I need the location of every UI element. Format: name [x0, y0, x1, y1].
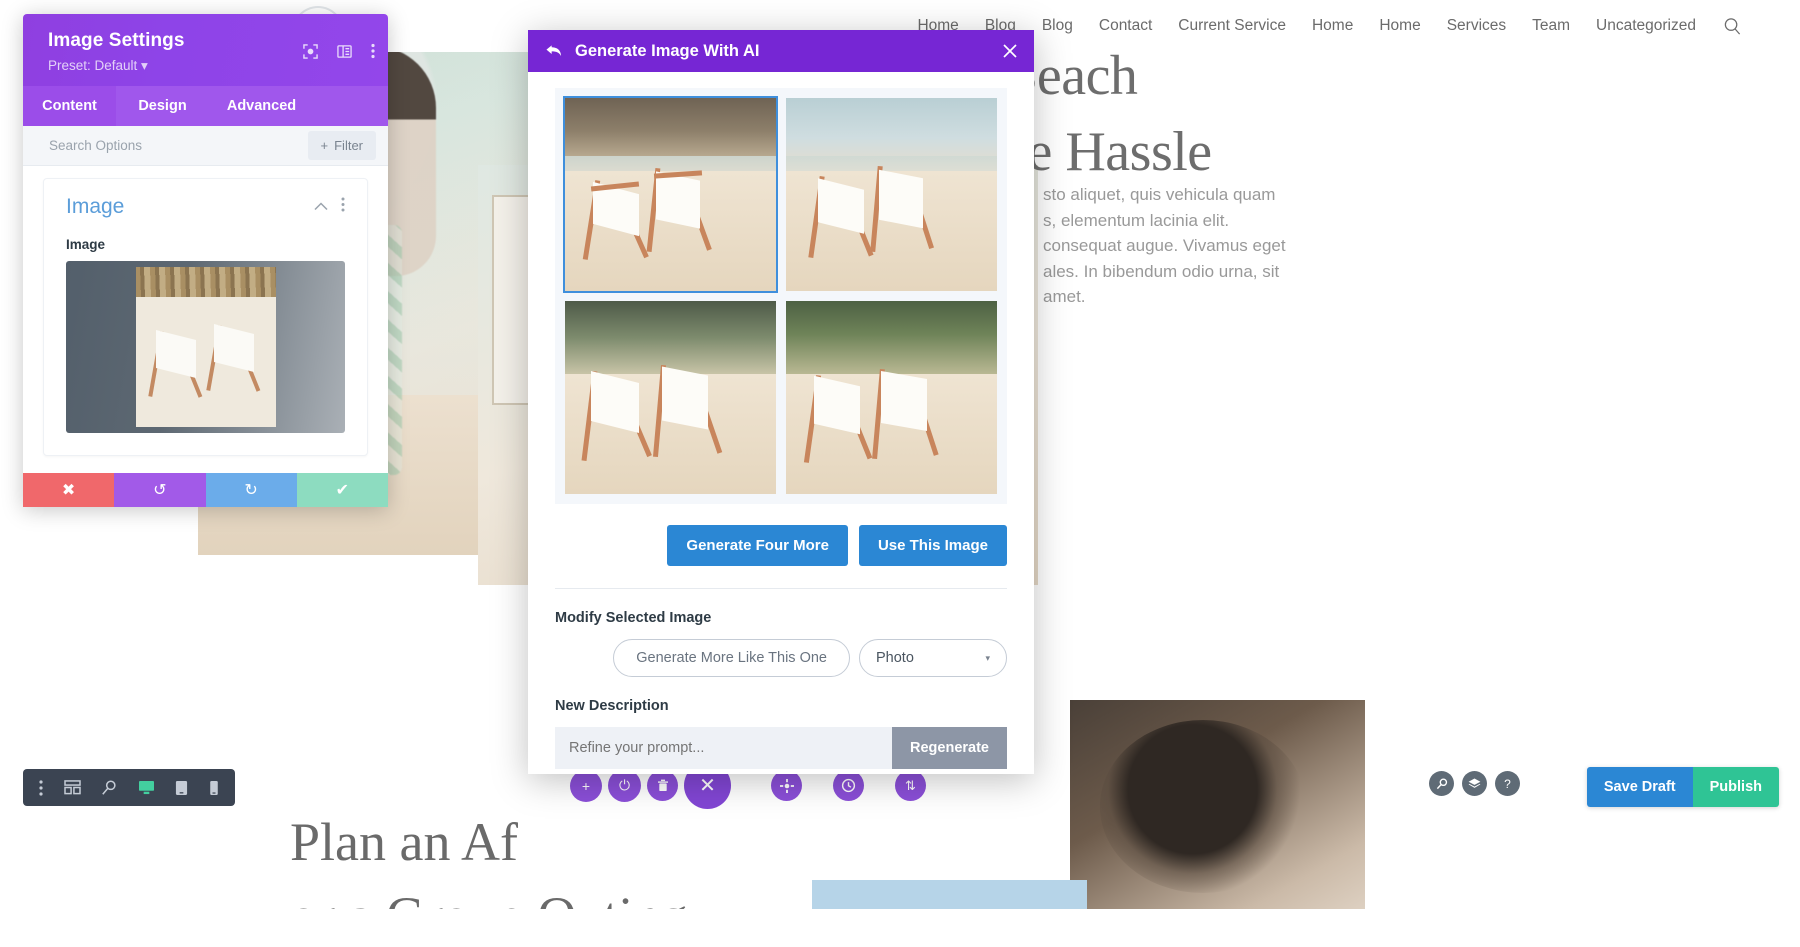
nav-item-blog-2[interactable]: Blog	[1029, 17, 1086, 35]
layout-columns-icon[interactable]	[337, 44, 352, 59]
ai-result-1[interactable]	[563, 96, 778, 293]
hero-paragraph: sto aliquet, quis vehicula quam s, eleme…	[1012, 182, 1432, 310]
more-vertical-icon[interactable]	[341, 197, 345, 217]
chevron-up-icon[interactable]	[314, 198, 328, 216]
nav-item-home-4[interactable]: Home	[1366, 17, 1433, 35]
filter-button[interactable]: + Filter	[307, 131, 376, 160]
phone-icon[interactable]	[209, 780, 219, 796]
screen: Home Blog Blog Contact Current Service H…	[0, 0, 1800, 947]
nav-item-contact[interactable]: Contact	[1086, 17, 1165, 35]
tab-content[interactable]: Content	[23, 86, 116, 126]
settings-action-bar: ✖ ↺ ↻ ✔	[23, 473, 388, 507]
desktop-icon[interactable]	[138, 780, 155, 795]
use-this-image-button[interactable]: Use This Image	[858, 525, 1007, 566]
search-zoom-icon[interactable]	[101, 779, 117, 796]
close-icon[interactable]	[1002, 43, 1018, 59]
nav-item-home-3[interactable]: Home	[1299, 17, 1366, 35]
layers-icon[interactable]	[1462, 771, 1487, 796]
tab-design[interactable]: Design	[116, 86, 209, 126]
tablet-icon[interactable]	[175, 780, 188, 796]
search-zoom-icon[interactable]	[1429, 771, 1454, 796]
prompt-input[interactable]	[555, 727, 893, 769]
generate-more-like-this-button[interactable]: Generate More Like This One	[613, 639, 850, 677]
ai-modal-title: Generate Image With AI	[575, 41, 760, 60]
ai-modal-header: Generate Image With AI	[528, 30, 1034, 72]
nav-item-team[interactable]: Team	[1519, 17, 1583, 35]
generate-four-more-button[interactable]: Generate Four More	[667, 525, 848, 566]
image-settings-panel: Image Settings Preset: Default ▾ Content…	[23, 14, 388, 507]
image-field-label: Image	[66, 237, 106, 252]
image-module-card: Image Image	[43, 178, 368, 456]
filter-label: Filter	[334, 138, 363, 153]
history-clock-icon[interactable]	[833, 770, 864, 801]
new-description-label: New Description	[555, 698, 669, 714]
save-draft-button[interactable]: Save Draft	[1586, 767, 1693, 807]
cancel-button[interactable]: ✖	[23, 473, 115, 507]
save-button[interactable]: ✔	[296, 473, 388, 507]
chevron-down-icon: ▾	[985, 652, 990, 663]
settings-search-row: Search Options + Filter	[23, 126, 388, 166]
settings-panel-header: Image Settings Preset: Default ▾	[23, 14, 388, 86]
wireframe-icon[interactable]	[64, 780, 81, 795]
settings-tabs: Content Design Advanced	[23, 86, 388, 126]
image-thumbnail	[135, 267, 276, 427]
image-preview-box[interactable]	[66, 261, 345, 433]
nav-item-uncategorized[interactable]: Uncategorized	[1583, 17, 1709, 35]
publish-button[interactable]: Publish	[1692, 767, 1779, 807]
divider	[555, 588, 1007, 589]
help-icon[interactable]: ?	[1495, 771, 1520, 796]
nav-item-services[interactable]: Services	[1434, 17, 1519, 35]
plus-icon: +	[320, 138, 329, 153]
publish-controls: Save Draft Publish	[1586, 767, 1779, 807]
trash-icon[interactable]	[647, 770, 678, 801]
builder-right-mini-tools: ?	[1429, 771, 1520, 796]
more-vertical-icon[interactable]	[39, 779, 43, 796]
ai-modal-body: Generate Four More Use This Image Modify…	[528, 72, 1034, 774]
page-title: Beach ne Hassle	[1000, 45, 1212, 183]
search-options-input[interactable]: Search Options	[49, 138, 308, 153]
style-select-value: Photo	[876, 650, 914, 666]
prompt-row: Regenerate	[555, 727, 1007, 769]
page-bottom-fill	[0, 909, 1800, 947]
settings-body: Image Image	[23, 178, 388, 456]
generate-image-ai-modal: Generate Image With AI Generate Four Mor…	[528, 30, 1034, 774]
sort-updown-icon[interactable]: ⇅	[895, 770, 926, 801]
image-card-title: Image	[66, 195, 125, 218]
style-select[interactable]: Photo ▾	[859, 639, 1007, 677]
ai-result-4[interactable]	[786, 301, 997, 494]
settings-preset-selector[interactable]: Preset: Default ▾	[48, 58, 372, 74]
search-icon[interactable]	[1723, 17, 1742, 36]
ai-result-2[interactable]	[786, 98, 997, 291]
back-arrow-icon[interactable]	[546, 44, 563, 58]
undo-button[interactable]: ↺	[114, 473, 206, 507]
ai-results-grid	[555, 88, 1007, 504]
ai-result-3[interactable]	[565, 301, 776, 494]
modify-selected-image-label: Modify Selected Image	[555, 610, 712, 626]
add-icon[interactable]: +	[570, 769, 602, 802]
more-vertical-icon[interactable]	[371, 43, 375, 59]
regenerate-button[interactable]: Regenerate	[892, 727, 1007, 769]
tab-advanced[interactable]: Advanced	[209, 86, 314, 126]
ai-action-buttons: Generate Four More Use This Image	[555, 525, 1007, 566]
focus-target-icon[interactable]	[303, 43, 318, 59]
settings-gear-icon[interactable]	[771, 770, 802, 801]
modify-controls-row: Generate More Like This One Photo ▾	[555, 639, 1007, 677]
redo-button[interactable]: ↻	[205, 473, 297, 507]
builder-left-toolbar	[23, 769, 235, 806]
nav-item-current-service[interactable]: Current Service	[1165, 17, 1299, 35]
